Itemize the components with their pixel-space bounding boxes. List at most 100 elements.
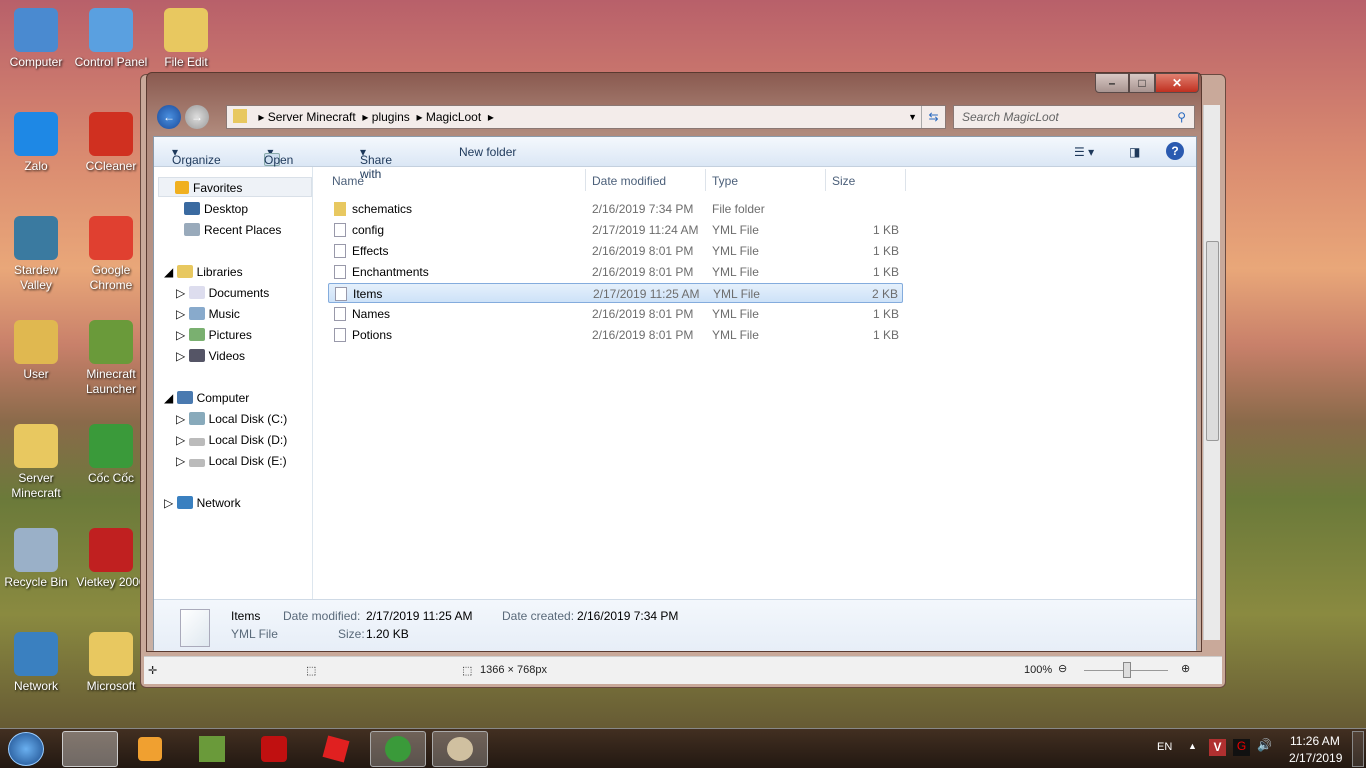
file-row[interactable]: Names 2/16/2019 8:01 PM YML File 1 KB [328,304,903,324]
desktop-icon-label: Recycle Bin [4,575,68,589]
file-row[interactable]: Effects 2/16/2019 8:01 PM YML File 1 KB [328,241,903,261]
breadcrumb-item[interactable]: MagicLoot [426,110,481,124]
taskbar-media-player[interactable] [122,731,178,767]
desktop-icon-label: Computer [9,55,63,69]
app-icon [14,112,58,156]
taskbar-explorer[interactable] [62,731,118,767]
nav-computer[interactable]: ◢ Computer [164,391,249,405]
desktop-icon-label: Cốc Cốc [87,471,134,485]
view-options-icon[interactable]: ☰ ▾ [1074,145,1094,159]
volume-icon[interactable]: 🔊 [1257,738,1272,752]
vietkey-tray-icon[interactable]: V [1209,739,1226,756]
desktop-icon[interactable]: CCleaner [73,112,149,174]
zoom-out-button[interactable]: ⊖ [1058,662,1067,675]
desktop-icon[interactable]: Microsoft [73,632,149,694]
taskbar-garena[interactable] [246,731,302,767]
nav-local-disk-c[interactable]: ▷ Local Disk (C:) [176,412,287,426]
search-input[interactable]: Search MagicLoot ⚲ [953,105,1195,129]
share-with-button[interactable]: Share with ▾ [360,145,392,181]
desktop-icon[interactable]: User [0,320,74,382]
app-icon [89,112,133,156]
nav-videos[interactable]: ▷ Videos [176,349,245,363]
address-bar[interactable]: ▸ Server Minecraft ▸ plugins ▸ MagicLoot… [226,105,946,129]
desktop-icon[interactable]: Computer [0,8,74,70]
clock-date[interactable]: 2/17/2019 [1289,751,1342,765]
desktop-icon[interactable]: Minecraft Launcher [73,320,149,397]
back-button[interactable]: ← [157,105,181,129]
drive-icon [188,459,205,467]
column-header-date[interactable]: Date modified [586,169,706,191]
taskbar-coccoc[interactable] [370,731,426,767]
network-icon [176,496,193,509]
desktop-icon[interactable]: File Edit [148,8,224,70]
desktop-icon[interactable]: Recycle Bin [0,528,74,590]
desktop-icon[interactable]: Server Minecraft [0,424,74,501]
app-icon [14,424,58,468]
language-indicator[interactable]: EN [1157,741,1172,753]
desktop-icon[interactable]: Google Chrome [73,216,149,293]
file-icon [335,287,347,301]
taskbar-minecraft[interactable] [184,731,240,767]
nav-music[interactable]: ▷ Music [176,307,240,321]
desktop-icon[interactable]: Network [0,632,74,694]
file-row[interactable]: Items 2/17/2019 11:25 AM YML File 2 KB [328,283,903,303]
search-icon[interactable]: ⚲ [1177,106,1186,128]
new-folder-button[interactable]: New folder [459,145,516,159]
column-header-type[interactable]: Type [706,169,826,191]
refresh-icon[interactable]: ⇆ [921,106,945,128]
organize-button[interactable]: Organize ▾ [172,145,221,167]
column-header-name[interactable]: Name [326,169,586,191]
show-desktop-button[interactable] [1352,731,1364,767]
desktop-icon[interactable]: Zalo [0,112,74,174]
nav-local-disk-e[interactable]: ▷ Local Disk (E:) [176,454,287,468]
forward-button[interactable]: → [185,105,209,129]
file-type: YML File [712,328,759,342]
maximize-button[interactable]: □ [1129,73,1155,93]
open-button[interactable]: Open ▾ [264,145,293,167]
file-row[interactable]: config 2/17/2019 11:24 AM YML File 1 KB [328,220,903,240]
desktop-icon[interactable]: Control Panel [73,8,149,70]
show-hidden-icons[interactable]: ▲ [1188,741,1197,751]
zoom-in-button[interactable]: ⊕ [1181,662,1190,675]
file-row[interactable]: Enchantments 2/16/2019 8:01 PM YML File 1 K… [328,262,903,282]
nav-recent-places[interactable]: Recent Places [184,223,281,237]
breadcrumb-item[interactable]: plugins [372,110,410,124]
libraries-icon [176,265,193,278]
clock-time[interactable]: 11:26 AM [1290,734,1340,748]
scrollbar-thumb[interactable] [1206,241,1219,441]
nav-favorites[interactable]: Favorites [158,177,312,197]
file-row[interactable]: Potions 2/16/2019 8:01 PM YML File 1 KB [328,325,903,345]
nav-libraries[interactable]: ◢ Libraries [164,265,243,279]
close-button[interactable]: ✕ [1155,73,1199,93]
preview-pane-icon[interactable]: ◨ [1129,145,1140,159]
zoom-slider-thumb[interactable] [1123,662,1131,678]
taskbar: EN ▲ V G 🔊 11:26 AM 2/17/2019 [0,728,1366,768]
file-size: 1 KB [872,265,899,279]
nav-network[interactable]: ▷ Network [164,496,241,510]
garena-tray-icon[interactable]: G [1233,739,1250,756]
file-date: 2/16/2019 8:01 PM [592,244,694,258]
nav-documents[interactable]: ▷ Documents [176,286,269,300]
minimize-button[interactable]: – [1095,73,1129,93]
file-type-icon [180,609,210,647]
file-row[interactable]: schematics 2/16/2019 7:34 PM File folder [328,199,903,219]
breadcrumb-item[interactable]: Server Minecraft [268,110,356,124]
help-icon[interactable]: ? [1166,142,1184,160]
nav-pictures[interactable]: ▷ Pictures [176,328,252,342]
desktop-icon[interactable]: Cốc Cốc [73,424,149,486]
file-name: config [352,223,385,237]
chevron-down-icon[interactable]: ▼ [908,106,917,128]
vertical-scrollbar[interactable] [1203,105,1220,640]
start-button[interactable] [8,732,44,766]
drive-icon [188,412,205,425]
desktop-icon[interactable]: Vietkey 2000 [73,528,149,590]
nav-local-disk-d[interactable]: ▷ Local Disk (D:) [176,433,287,447]
desktop-icon-label: Stardew Valley [13,263,59,292]
taskbar-paint[interactable] [432,731,488,767]
drive-icon [188,438,205,446]
details-label: Size: [338,627,365,641]
desktop-icon[interactable]: Stardew Valley [0,216,74,293]
nav-desktop[interactable]: Desktop [184,202,248,216]
column-header-size[interactable]: Size [826,169,906,191]
taskbar-roblox[interactable] [308,731,364,767]
